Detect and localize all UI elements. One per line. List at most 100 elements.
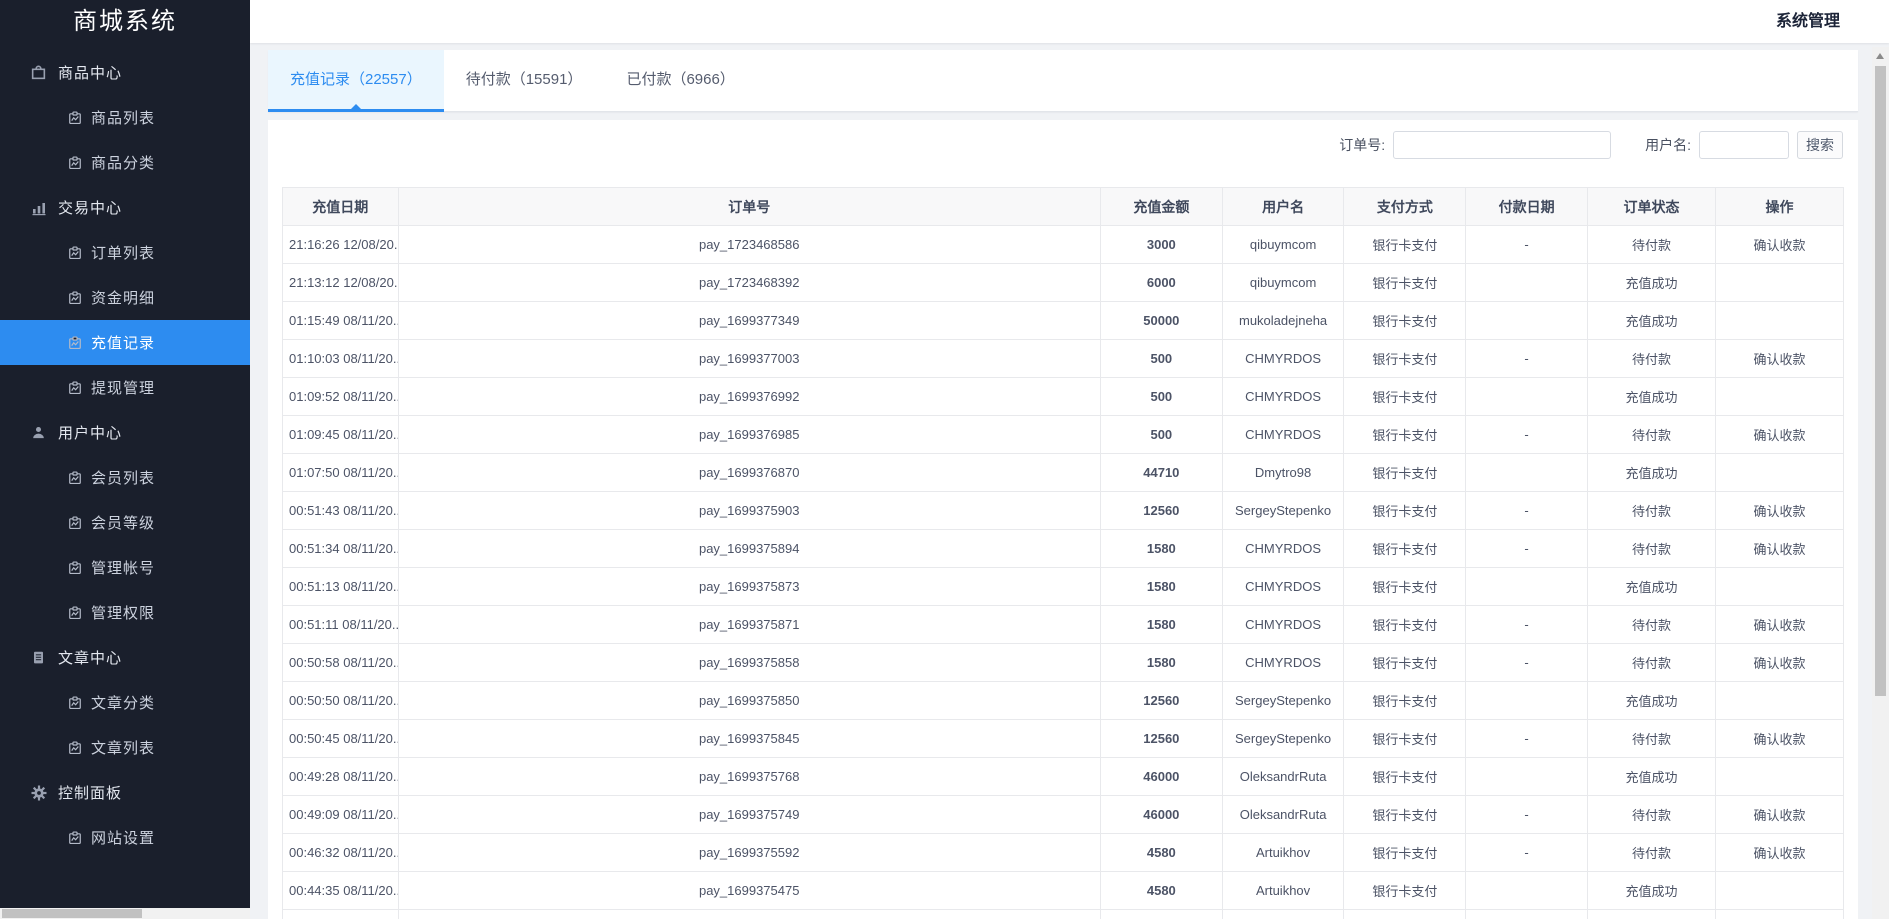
sidebar-section-user-center[interactable]: 用户中心 (0, 410, 250, 455)
amount-cell: 12560 (1100, 492, 1222, 530)
order-no-cell: pay_1699376870 (398, 454, 1100, 492)
tab-recharge-records[interactable]: 充值记录（22557） (268, 50, 444, 111)
pay-method-cell: 银行卡支付 (1344, 264, 1466, 302)
pay-method-cell: 银行卡支付 (1344, 530, 1466, 568)
amount-cell: 1580 (1100, 606, 1222, 644)
confirm-receipt-button[interactable]: 确认收款 (1753, 504, 1805, 519)
sidebar-item-fund-details[interactable]: 资金明细 (0, 275, 250, 320)
board-icon (68, 471, 82, 485)
sidebar-item-admin-permission[interactable]: 管理权限 (0, 590, 250, 635)
order-status-cell: 待付款 (1587, 606, 1715, 644)
confirm-receipt-button[interactable]: 确认收款 (1753, 542, 1805, 557)
pay-method-cell: 银行卡支付 (1344, 720, 1466, 758)
action-cell (1715, 454, 1843, 492)
amount-cell: 44710 (1100, 454, 1222, 492)
sidebar-item-withdraw-manage[interactable]: 提现管理 (0, 365, 250, 410)
barchart-icon (30, 200, 47, 216)
action-cell: 确认收款 (1715, 606, 1843, 644)
tab-pending-payment[interactable]: 待付款（15591） (444, 50, 605, 111)
confirm-receipt-button[interactable]: 确认收款 (1753, 352, 1805, 367)
confirm-receipt-button[interactable]: 确认收款 (1753, 238, 1805, 253)
empty-cell (1715, 910, 1843, 919)
sidebar-item-product-list[interactable]: 商品列表 (0, 95, 250, 140)
order-status-cell: 待付款 (1587, 226, 1715, 264)
table-row: 01:09:52 08/11/20...pay_1699376992500CHM… (283, 378, 1844, 416)
sidebar-item-label: 文章列表 (91, 737, 155, 758)
sidebar-item-recharge-records[interactable]: 充值记录 (0, 320, 250, 365)
sidebar-horizontal-scrollbar-thumb[interactable] (2, 909, 142, 918)
order-status-cell: 待付款 (1587, 340, 1715, 378)
sidebar-item-label: 会员等级 (91, 512, 155, 533)
pay-method-cell: 银行卡支付 (1344, 378, 1466, 416)
sidebar-item-order-list[interactable]: 订单列表 (0, 230, 250, 275)
sidebar-item-product-category[interactable]: 商品分类 (0, 140, 250, 185)
sidebar-section-article-center[interactable]: 文章中心 (0, 635, 250, 680)
sidebar-section-trade-center[interactable]: 交易中心 (0, 185, 250, 230)
pay-method-cell: 银行卡支付 (1344, 226, 1466, 264)
column-header: 用户名 (1222, 188, 1344, 226)
table-row: 00:51:34 08/11/20...pay_16993758941580CH… (283, 530, 1844, 568)
table-row: 00:51:13 08/11/20...pay_16993758731580CH… (283, 568, 1844, 606)
scrollbar-up-arrow-icon[interactable] (1876, 53, 1884, 59)
board-icon (68, 291, 82, 305)
confirm-receipt-button[interactable]: 确认收款 (1753, 618, 1805, 633)
order-status-cell: 充值成功 (1587, 378, 1715, 416)
search-button[interactable]: 搜索 (1797, 131, 1843, 159)
pay-date-cell: - (1466, 416, 1588, 454)
sidebar-horizontal-scrollbar[interactable] (0, 908, 250, 919)
order-no-cell: pay_1699375858 (398, 644, 1100, 682)
confirm-receipt-button[interactable]: 确认收款 (1753, 656, 1805, 671)
amount-cell: 12560 (1100, 682, 1222, 720)
confirm-receipt-button[interactable]: 确认收款 (1753, 808, 1805, 823)
tab-bar: 充值记录（22557） 待付款（15591） 已付款（6966） (268, 50, 1858, 112)
sidebar-section-product-center[interactable]: 商品中心 (0, 50, 250, 95)
vertical-scrollbar[interactable] (1872, 47, 1889, 919)
recharge-records-table: 充值日期订单号充值金额用户名支付方式付款日期订单状态操作 21:16:26 12… (282, 187, 1844, 919)
pay-date-cell (1466, 872, 1588, 910)
column-header: 订单号 (398, 188, 1100, 226)
username-cell: mukoladejneha (1222, 302, 1344, 340)
confirm-receipt-button[interactable]: 确认收款 (1753, 428, 1805, 443)
column-header: 订单状态 (1587, 188, 1715, 226)
username-cell: CHMYRDOS (1222, 606, 1344, 644)
action-cell (1715, 302, 1843, 340)
sidebar-section-label: 用户中心 (58, 422, 122, 443)
sidebar-item-label: 商品分类 (91, 152, 155, 173)
pay-date-cell: - (1466, 834, 1588, 872)
board-icon (68, 156, 82, 170)
system-admin-menu[interactable]: 系统管理 (1776, 0, 1840, 43)
sidebar-section-control-panel[interactable]: 控制面板 (0, 770, 250, 815)
order-no-label: 订单号: (1339, 135, 1385, 155)
order-no-input[interactable] (1393, 131, 1611, 159)
empty-cell (283, 910, 399, 919)
tab-paid[interactable]: 已付款（6966） (604, 50, 756, 111)
sidebar-item-admin-account[interactable]: 管理帐号 (0, 545, 250, 590)
top-header-bar: 系统管理 (250, 0, 1889, 43)
confirm-receipt-button[interactable]: 确认收款 (1753, 732, 1805, 747)
amount-cell: 1580 (1100, 530, 1222, 568)
vertical-scrollbar-thumb[interactable] (1875, 66, 1886, 696)
confirm-receipt-button[interactable]: 确认收款 (1753, 846, 1805, 861)
username-input[interactable] (1699, 131, 1789, 159)
order-status-cell: 待付款 (1587, 416, 1715, 454)
order-status-cell: 充值成功 (1587, 682, 1715, 720)
order-no-cell: pay_1699375873 (398, 568, 1100, 606)
order-no-cell: pay_1699375592 (398, 834, 1100, 872)
sidebar-item-member-list[interactable]: 会员列表 (0, 455, 250, 500)
empty-cell (1587, 910, 1715, 919)
sidebar-item-label: 充值记录 (91, 332, 155, 353)
sidebar-item-article-list[interactable]: 文章列表 (0, 725, 250, 770)
pay-date-cell (1466, 378, 1588, 416)
sidebar-item-site-settings[interactable]: 网站设置 (0, 815, 250, 860)
order-no-cell: pay_1699375894 (398, 530, 1100, 568)
pay-date-cell: - (1466, 644, 1588, 682)
sidebar-item-article-category[interactable]: 文章分类 (0, 680, 250, 725)
doc-icon (30, 650, 47, 665)
sidebar-item-member-level[interactable]: 会员等级 (0, 500, 250, 545)
amount-cell: 12560 (1100, 720, 1222, 758)
pay-date-cell (1466, 758, 1588, 796)
order-no-cell: pay_1699375475 (398, 872, 1100, 910)
app-title: 商城系统 (0, 0, 250, 40)
pay-date-cell: - (1466, 492, 1588, 530)
pay-method-cell: 银行卡支付 (1344, 454, 1466, 492)
